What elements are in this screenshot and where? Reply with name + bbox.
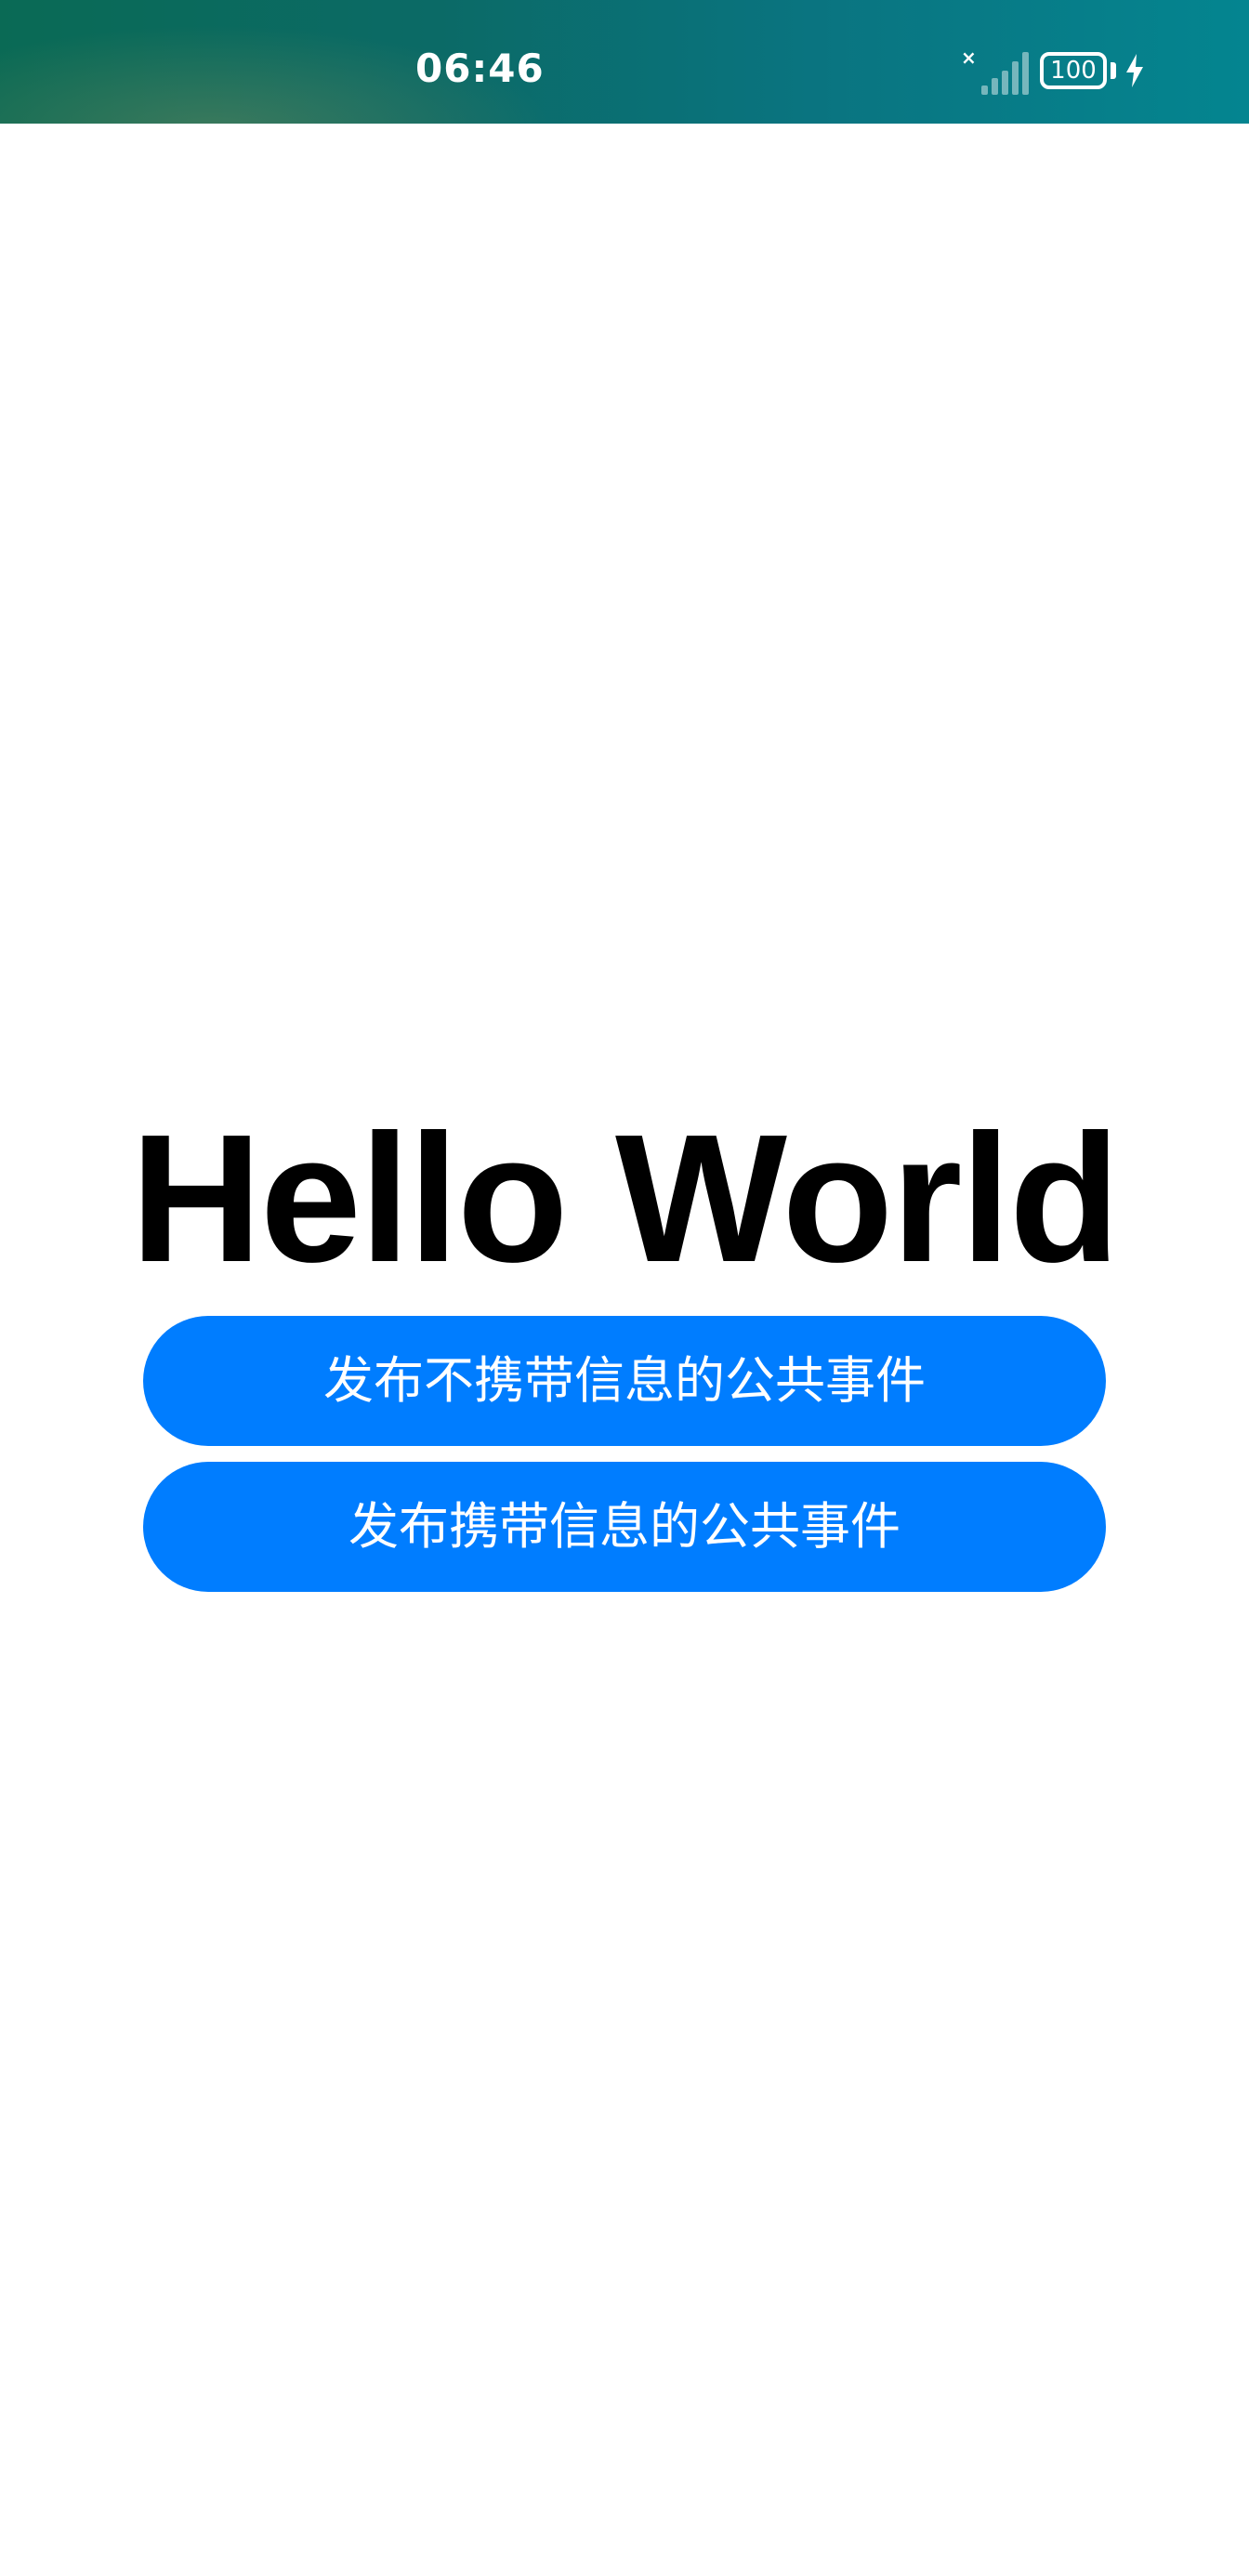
publish-event-with-info-button[interactable]: 发布携带信息的公共事件 [143, 1462, 1106, 1592]
status-bar: 06:46 × 100 [0, 0, 1249, 124]
signal-bar [1002, 71, 1008, 95]
status-time: 06:46 [415, 46, 545, 91]
battery-level: 100 [1050, 57, 1097, 85]
page-title: Hello World [130, 1097, 1120, 1300]
battery-cap [1111, 62, 1116, 79]
signal-bar [1012, 61, 1019, 95]
signal-bar [981, 85, 988, 95]
publish-event-without-info-button[interactable]: 发布不携带信息的公共事件 [143, 1316, 1106, 1446]
signal-bar [992, 78, 998, 95]
battery-icon: 100 [1040, 52, 1107, 89]
signal-icon: × [961, 46, 1029, 95]
app-screen: 06:46 × 100 Hello World 发布不携带信息的公共事件 发布携… [0, 0, 1249, 2576]
charging-icon [1126, 54, 1143, 87]
signal-bar [1022, 52, 1029, 95]
no-service-mark: × [961, 46, 977, 69]
